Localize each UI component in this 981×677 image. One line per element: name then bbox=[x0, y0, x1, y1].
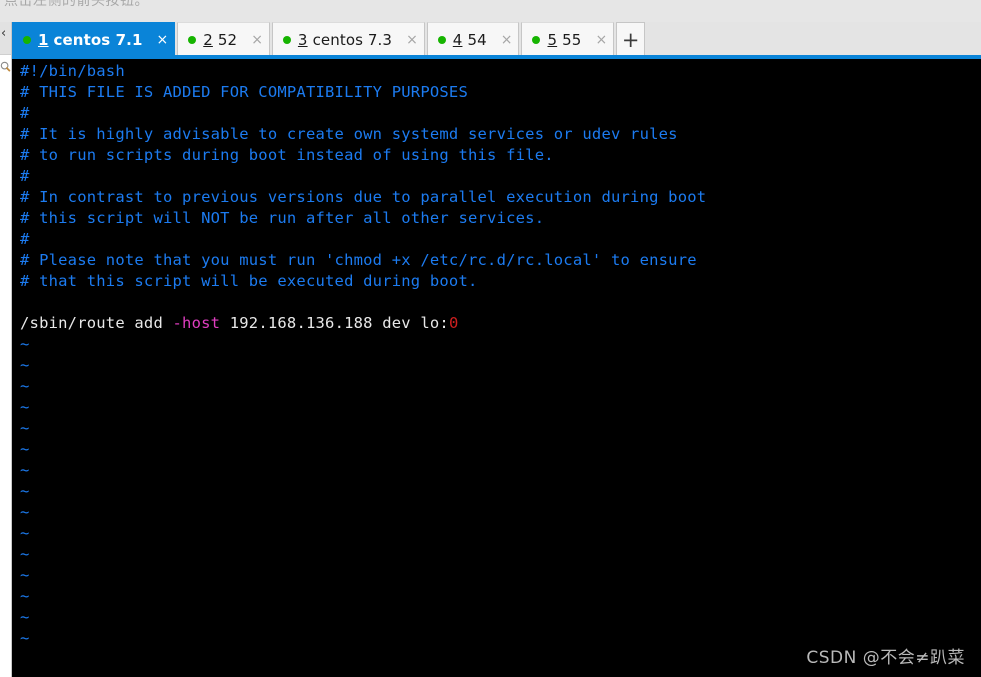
tab-1[interactable]: 1 centos 7.1 × bbox=[12, 22, 176, 57]
terminal-empty-line-marker: ~ bbox=[20, 398, 30, 416]
tab-close-icon[interactable]: × bbox=[157, 33, 169, 47]
tab-title: 54 bbox=[467, 31, 487, 49]
terminal-content: #!/bin/bash # THIS FILE IS ADDED FOR COMP… bbox=[20, 61, 981, 677]
terminal-empty-line-marker: ~ bbox=[20, 566, 30, 584]
tab-label: 1 centos 7.1 bbox=[38, 31, 143, 49]
tab-title: centos 7.1 bbox=[53, 31, 143, 49]
terminal-empty-line-marker: ~ bbox=[20, 419, 30, 437]
chevron-left-icon: ‹ bbox=[1, 26, 7, 41]
left-rail: ‹ bbox=[0, 22, 12, 677]
terminal-comment-line: # In contrast to previous versions due t… bbox=[20, 188, 707, 206]
tab-5[interactable]: 5 55 × bbox=[521, 22, 615, 57]
tab-list: 1 centos 7.1 × 2 52 × 3 centos 7.3 × 4 54 × 5 55 × + bbox=[12, 22, 646, 57]
tab-status-dot-icon bbox=[437, 36, 446, 44]
tab-status-dot-icon bbox=[282, 36, 291, 44]
tab-bar: 1 centos 7.1 × 2 52 × 3 centos 7.3 × 4 54 × 5 55 × + bbox=[12, 22, 981, 57]
terminal-comment-line: # that this script will be executed duri… bbox=[20, 272, 478, 290]
tab-mnemonic: 5 bbox=[547, 31, 558, 49]
terminal-comment-line: # this script will NOT be run after all … bbox=[20, 209, 545, 227]
terminal-empty-line-marker: ~ bbox=[20, 503, 30, 521]
tab-mnemonic: 1 bbox=[38, 31, 49, 49]
tab-close-icon[interactable]: × bbox=[251, 33, 263, 47]
page-hint-strip: 点击左侧的箭头按钮。 bbox=[0, 0, 981, 22]
terminal-pane[interactable]: #!/bin/bash # THIS FILE IS ADDED FOR COMP… bbox=[12, 59, 981, 677]
terminal-token: 0 bbox=[448, 314, 459, 332]
terminal-empty-line-marker: ~ bbox=[20, 545, 30, 563]
new-tab-button[interactable]: + bbox=[616, 22, 646, 57]
terminal-empty-line-marker: ~ bbox=[20, 377, 30, 395]
terminal-empty-line-marker: ~ bbox=[20, 524, 30, 542]
tab-close-icon[interactable]: × bbox=[595, 33, 607, 47]
page-hint-text: 点击左侧的箭头按钮。 bbox=[4, 0, 149, 9]
terminal-comment-line: # Please note that you must run 'chmod +… bbox=[20, 251, 697, 269]
terminal-token: 192.168.136.188 dev lo: bbox=[220, 314, 449, 332]
terminal-comment-line: # to run scripts during boot instead of … bbox=[20, 146, 554, 164]
tab-label: 2 52 bbox=[203, 31, 237, 49]
terminal-comment-line: # bbox=[20, 104, 30, 122]
terminal-empty-line-marker: ~ bbox=[20, 608, 30, 626]
tab-status-dot-icon bbox=[188, 36, 197, 44]
tab-title: centos 7.3 bbox=[312, 31, 393, 49]
tab-4[interactable]: 4 54 × bbox=[426, 22, 520, 57]
tab-title: 55 bbox=[562, 31, 582, 49]
watermark: CSDN @不会≠趴菜 bbox=[806, 648, 965, 668]
tab-close-icon[interactable]: × bbox=[501, 33, 513, 47]
terminal-comment-line: # bbox=[20, 230, 30, 248]
tab-2[interactable]: 2 52 × bbox=[177, 22, 270, 57]
tab-label: 3 centos 7.3 bbox=[298, 31, 392, 49]
tab-mnemonic: 2 bbox=[203, 31, 213, 49]
tab-mnemonic: 4 bbox=[452, 31, 463, 49]
tab-status-dot-icon bbox=[532, 36, 541, 44]
terminal-empty-line-marker: ~ bbox=[20, 461, 30, 479]
app-root: 点击左侧的箭头按钮。 ‹ 1 centos 7.1 × 2 52 × 3 centos 7.3… bbox=[0, 0, 981, 677]
terminal-empty-line-marker: ~ bbox=[20, 335, 30, 353]
terminal-empty-line-marker: ~ bbox=[20, 482, 30, 500]
terminal-token: -host bbox=[172, 314, 221, 332]
terminal-comment-line: # THIS FILE IS ADDED FOR COMPATIBILITY P… bbox=[20, 83, 468, 101]
tab-close-icon[interactable]: × bbox=[406, 33, 418, 47]
terminal-empty-line-marker: ~ bbox=[20, 587, 30, 605]
tab-title: 52 bbox=[217, 31, 238, 49]
sidebar-collapse-button[interactable]: ‹ bbox=[0, 22, 11, 55]
terminal-comment-line: # bbox=[20, 167, 30, 185]
terminal-empty-line-marker: ~ bbox=[20, 356, 30, 374]
terminal-command-line: /sbin/route add -host 192.168.136.188 de… bbox=[20, 313, 981, 334]
tab-status-dot-icon bbox=[23, 36, 31, 44]
tab-3[interactable]: 3 centos 7.3 × bbox=[271, 22, 425, 57]
terminal-empty-line-marker: ~ bbox=[20, 440, 30, 458]
tab-label: 4 54 bbox=[453, 31, 487, 49]
search-icon[interactable] bbox=[0, 58, 11, 84]
tab-mnemonic: 3 bbox=[297, 31, 308, 49]
terminal-token: /sbin/route add bbox=[20, 314, 173, 332]
terminal-comment-line: # It is highly advisable to create own s… bbox=[20, 125, 678, 143]
terminal-comment-line: #!/bin/bash bbox=[20, 62, 125, 80]
tab-label: 5 55 bbox=[547, 31, 581, 49]
